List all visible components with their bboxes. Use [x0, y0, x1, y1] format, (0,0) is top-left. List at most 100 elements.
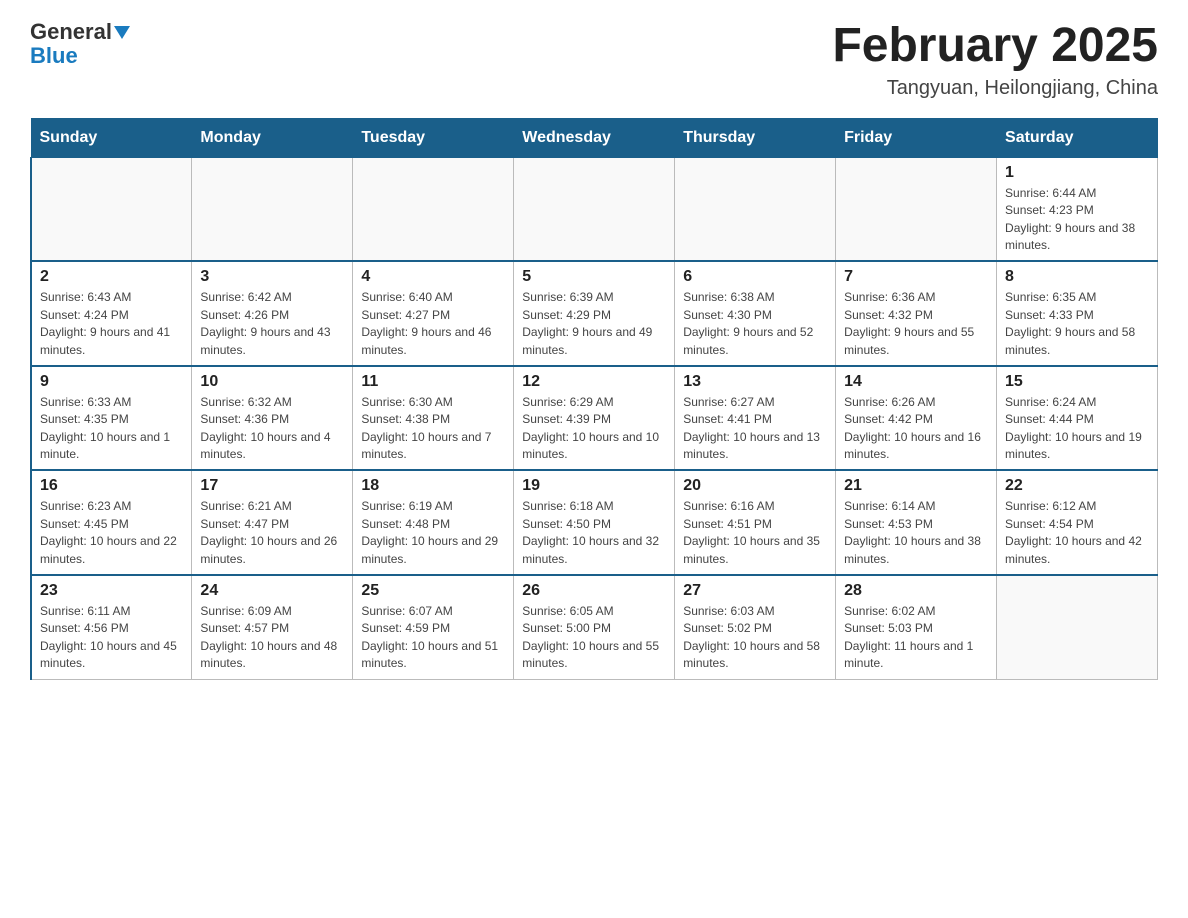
day-info: Sunrise: 6:19 AM Sunset: 4:48 PM Dayligh… [361, 498, 505, 568]
day-number: 26 [522, 582, 666, 600]
day-info: Sunrise: 6:09 AM Sunset: 4:57 PM Dayligh… [200, 603, 344, 673]
table-row: 24 Sunrise: 6:09 AM Sunset: 4:57 PM Dayli… [192, 575, 353, 679]
day-info: Sunrise: 6:39 AM Sunset: 4:29 PM Dayligh… [522, 289, 666, 359]
header-tuesday: Tuesday [353, 118, 514, 157]
day-number: 13 [683, 373, 827, 391]
day-info: Sunrise: 6:18 AM Sunset: 4:50 PM Dayligh… [522, 498, 666, 568]
page-header: General Blue February 2025 Tangyuan, Hei… [30, 20, 1158, 100]
day-info: Sunrise: 6:40 AM Sunset: 4:27 PM Dayligh… [361, 289, 505, 359]
day-number: 7 [844, 268, 988, 286]
table-row: 16 Sunrise: 6:23 AM Sunset: 4:45 PM Dayli… [31, 470, 192, 575]
table-row: 20 Sunrise: 6:16 AM Sunset: 4:51 PM Dayli… [675, 470, 836, 575]
day-number: 1 [1005, 164, 1149, 182]
header-saturday: Saturday [997, 118, 1158, 157]
logo-triangle-icon [114, 26, 130, 39]
day-info: Sunrise: 6:03 AM Sunset: 5:02 PM Dayligh… [683, 603, 827, 673]
table-row: 2Sunrise: 6:43 AM Sunset: 4:24 PM Daylig… [31, 261, 192, 366]
day-info: Sunrise: 6:02 AM Sunset: 5:03 PM Dayligh… [844, 603, 988, 673]
day-info: Sunrise: 6:44 AM Sunset: 4:23 PM Dayligh… [1005, 185, 1149, 255]
table-row: 15 Sunrise: 6:24 AM Sunset: 4:44 PM Dayli… [997, 366, 1158, 471]
table-row: 25Sunrise: 6:07 AM Sunset: 4:59 PM Dayli… [353, 575, 514, 679]
day-number: 20 [683, 477, 827, 495]
day-number: 8 [1005, 268, 1149, 286]
table-row [31, 157, 192, 261]
day-info: Sunrise: 6:12 AM Sunset: 4:54 PM Dayligh… [1005, 498, 1149, 568]
day-number: 10 [200, 373, 344, 391]
table-row: 4 Sunrise: 6:40 AM Sunset: 4:27 PM Daylig… [353, 261, 514, 366]
day-number: 2 [40, 268, 183, 286]
day-number: 28 [844, 582, 988, 600]
table-row: 21 Sunrise: 6:14 AM Sunset: 4:53 PM Dayli… [836, 470, 997, 575]
calendar-table: Sunday Monday Tuesday Wednesday Thursday… [30, 118, 1158, 680]
calendar-header-row: Sunday Monday Tuesday Wednesday Thursday… [31, 118, 1158, 157]
day-number: 6 [683, 268, 827, 286]
day-number: 12 [522, 373, 666, 391]
logo-general-text: General [30, 20, 112, 44]
calendar-week-row: 1 Sunrise: 6:44 AM Sunset: 4:23 PM Daylig… [31, 157, 1158, 261]
calendar-week-row: 23Sunrise: 6:11 AM Sunset: 4:56 PM Dayli… [31, 575, 1158, 679]
table-row: 28 Sunrise: 6:02 AM Sunset: 5:03 PM Dayli… [836, 575, 997, 679]
day-info: Sunrise: 6:30 AM Sunset: 4:38 PM Dayligh… [361, 394, 505, 464]
table-row: 3 Sunrise: 6:42 AM Sunset: 4:26 PM Daylig… [192, 261, 353, 366]
table-row: 9 Sunrise: 6:33 AM Sunset: 4:35 PM Daylig… [31, 366, 192, 471]
logo: General Blue [30, 20, 130, 68]
day-number: 5 [522, 268, 666, 286]
day-number: 16 [40, 477, 183, 495]
table-row [675, 157, 836, 261]
logo-blue-text: Blue [30, 44, 78, 68]
day-info: Sunrise: 6:14 AM Sunset: 4:53 PM Dayligh… [844, 498, 988, 568]
table-row: 1 Sunrise: 6:44 AM Sunset: 4:23 PM Daylig… [997, 157, 1158, 261]
day-info: Sunrise: 6:05 AM Sunset: 5:00 PM Dayligh… [522, 603, 666, 673]
day-number: 24 [200, 582, 344, 600]
day-info: Sunrise: 6:29 AM Sunset: 4:39 PM Dayligh… [522, 394, 666, 464]
day-info: Sunrise: 6:32 AM Sunset: 4:36 PM Dayligh… [200, 394, 344, 464]
table-row: 17Sunrise: 6:21 AM Sunset: 4:47 PM Dayli… [192, 470, 353, 575]
day-info: Sunrise: 6:35 AM Sunset: 4:33 PM Dayligh… [1005, 289, 1149, 359]
day-info: Sunrise: 6:33 AM Sunset: 4:35 PM Dayligh… [40, 394, 183, 464]
day-number: 21 [844, 477, 988, 495]
day-info: Sunrise: 6:42 AM Sunset: 4:26 PM Dayligh… [200, 289, 344, 359]
table-row: 13 Sunrise: 6:27 AM Sunset: 4:41 PM Dayli… [675, 366, 836, 471]
table-row: 26 Sunrise: 6:05 AM Sunset: 5:00 PM Dayli… [514, 575, 675, 679]
table-row: 12 Sunrise: 6:29 AM Sunset: 4:39 PM Dayli… [514, 366, 675, 471]
day-number: 17 [200, 477, 344, 495]
table-row [997, 575, 1158, 679]
day-info: Sunrise: 6:24 AM Sunset: 4:44 PM Dayligh… [1005, 394, 1149, 464]
day-number: 4 [361, 268, 505, 286]
table-row: 23Sunrise: 6:11 AM Sunset: 4:56 PM Dayli… [31, 575, 192, 679]
day-number: 25 [361, 582, 505, 600]
day-info: Sunrise: 6:26 AM Sunset: 4:42 PM Dayligh… [844, 394, 988, 464]
calendar-week-row: 16 Sunrise: 6:23 AM Sunset: 4:45 PM Dayli… [31, 470, 1158, 575]
header-monday: Monday [192, 118, 353, 157]
day-number: 23 [40, 582, 183, 600]
day-info: Sunrise: 6:36 AM Sunset: 4:32 PM Dayligh… [844, 289, 988, 359]
table-row: 10 Sunrise: 6:32 AM Sunset: 4:36 PM Dayli… [192, 366, 353, 471]
table-row: 27 Sunrise: 6:03 AM Sunset: 5:02 PM Dayli… [675, 575, 836, 679]
header-friday: Friday [836, 118, 997, 157]
day-number: 9 [40, 373, 183, 391]
page-subtitle: Tangyuan, Heilongjiang, China [832, 77, 1158, 100]
day-info: Sunrise: 6:27 AM Sunset: 4:41 PM Dayligh… [683, 394, 827, 464]
day-number: 14 [844, 373, 988, 391]
table-row: 5 Sunrise: 6:39 AM Sunset: 4:29 PM Daylig… [514, 261, 675, 366]
table-row [192, 157, 353, 261]
table-row: 7 Sunrise: 6:36 AM Sunset: 4:32 PM Daylig… [836, 261, 997, 366]
day-number: 27 [683, 582, 827, 600]
day-number: 11 [361, 373, 505, 391]
calendar-week-row: 2Sunrise: 6:43 AM Sunset: 4:24 PM Daylig… [31, 261, 1158, 366]
table-row [353, 157, 514, 261]
calendar-week-row: 9 Sunrise: 6:33 AM Sunset: 4:35 PM Daylig… [31, 366, 1158, 471]
header-sunday: Sunday [31, 118, 192, 157]
header-wednesday: Wednesday [514, 118, 675, 157]
table-row: 14 Sunrise: 6:26 AM Sunset: 4:42 PM Dayli… [836, 366, 997, 471]
table-row [514, 157, 675, 261]
page-title: February 2025 [832, 20, 1158, 73]
table-row: 18Sunrise: 6:19 AM Sunset: 4:48 PM Dayli… [353, 470, 514, 575]
table-row: 11 Sunrise: 6:30 AM Sunset: 4:38 PM Dayli… [353, 366, 514, 471]
table-row: 19Sunrise: 6:18 AM Sunset: 4:50 PM Dayli… [514, 470, 675, 575]
day-number: 15 [1005, 373, 1149, 391]
day-info: Sunrise: 6:23 AM Sunset: 4:45 PM Dayligh… [40, 498, 183, 568]
day-number: 3 [200, 268, 344, 286]
day-info: Sunrise: 6:16 AM Sunset: 4:51 PM Dayligh… [683, 498, 827, 568]
day-info: Sunrise: 6:38 AM Sunset: 4:30 PM Dayligh… [683, 289, 827, 359]
